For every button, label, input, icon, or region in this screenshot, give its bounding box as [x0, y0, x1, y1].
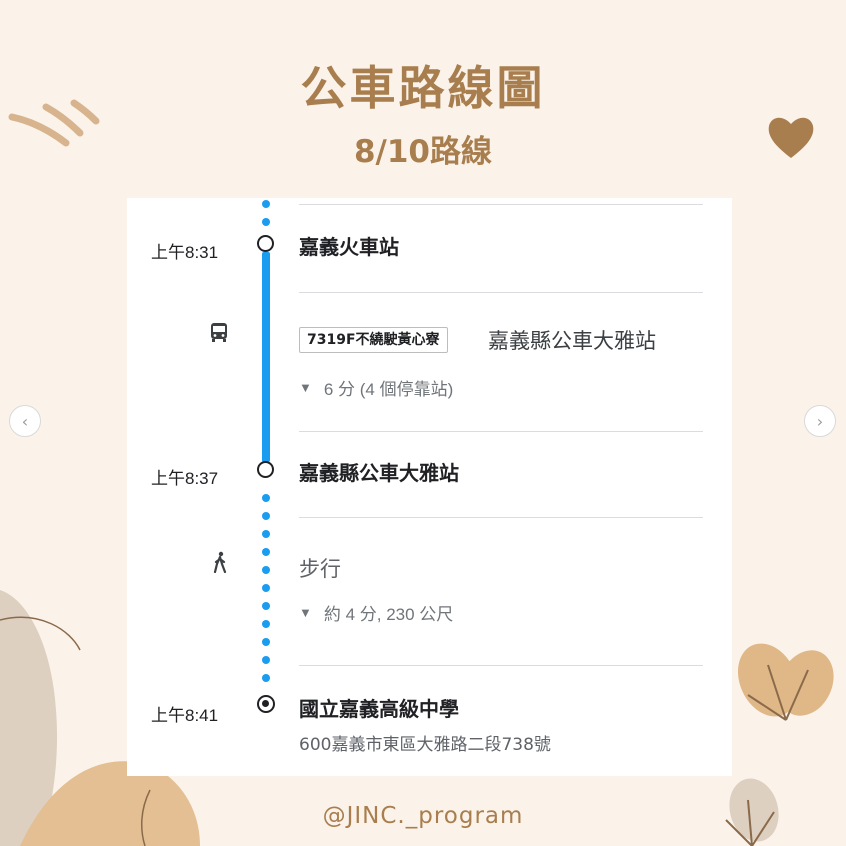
author-watermark: @JINC._program — [322, 803, 524, 829]
walk-dot — [262, 566, 270, 574]
divider — [299, 665, 703, 666]
bus-route-badge[interactable]: 7319F不繞駛黃心寮 — [299, 327, 448, 353]
destination-time: 上午8:41 — [151, 706, 219, 725]
destination-marker — [257, 695, 275, 713]
divider — [299, 292, 703, 293]
walk-dot — [262, 530, 270, 538]
walk-dot — [262, 674, 270, 682]
page-subtitle: 8/10路線 — [353, 134, 493, 170]
walk-steps-expander[interactable]: ▼ 約 4 分, 230 公尺 — [299, 600, 453, 625]
next-slide-button[interactable]: › — [804, 405, 836, 437]
divider — [299, 204, 703, 205]
leaf-decoration — [737, 643, 834, 721]
divider — [299, 431, 703, 432]
walk-dot — [262, 200, 270, 208]
origin-time: 上午8:31 — [151, 243, 219, 262]
origin-stop-name[interactable]: 嘉義火車站 — [299, 231, 399, 260]
walk-dot — [262, 494, 270, 502]
divider — [299, 517, 703, 518]
walk-leg-details: 約 4 分, 230 公尺 — [323, 605, 454, 624]
walk-dot — [262, 602, 270, 610]
chevron-down-icon: ▼ — [299, 605, 312, 620]
chevron-down-icon: ▼ — [299, 380, 312, 395]
walk-dot — [262, 512, 270, 520]
transfer-stop-marker — [257, 461, 274, 478]
transfer-time: 上午8:37 — [151, 469, 219, 488]
transfer-stop-name[interactable]: 嘉義縣公車大雅站 — [299, 457, 459, 486]
transit-directions-card: 上午8:31 嘉義火車站 7319F不繞駛黃心寮 嘉義縣公車大雅站 ▼ 6 分 … — [127, 198, 732, 776]
walk-dot — [262, 584, 270, 592]
walk-dot — [262, 620, 270, 628]
origin-stop-marker — [257, 235, 274, 252]
destination-address: 600嘉義市東區大雅路二段738號 — [299, 735, 551, 755]
bus-leg-details: 6 分 (4 個停靠站) — [323, 380, 454, 399]
destination-name[interactable]: 國立嘉義高級中學 — [299, 693, 459, 722]
bus-route-line — [262, 252, 270, 462]
walk-dot — [262, 218, 270, 226]
page-title: 公車路線圖 — [300, 61, 546, 115]
bus-icon — [211, 323, 227, 342]
bus-stops-expander[interactable]: ▼ 6 分 (4 個停靠站) — [299, 375, 453, 400]
previous-slide-button[interactable]: ‹ — [9, 405, 41, 437]
walk-label: 步行 — [299, 557, 341, 581]
walk-dot — [262, 656, 270, 664]
walk-dot — [262, 548, 270, 556]
bus-headsign: 嘉義縣公車大雅站 — [488, 329, 656, 353]
walking-icon — [213, 551, 227, 573]
walk-dot — [262, 638, 270, 646]
